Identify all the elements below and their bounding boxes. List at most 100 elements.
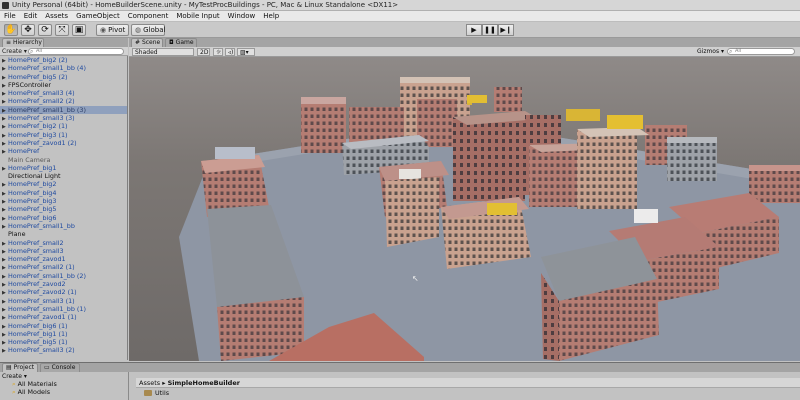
project-create-button[interactable]: Create ▾ xyxy=(2,373,27,380)
hierarchy-item[interactable]: Plane xyxy=(0,230,127,238)
hierarchy-item-label: HomePref_zavod1 xyxy=(8,255,66,264)
pause-button[interactable]: ❚❚ xyxy=(482,24,498,36)
pivot-icon: ◉ xyxy=(100,26,107,34)
billboard xyxy=(566,109,600,121)
play-icon: ▶ xyxy=(471,26,477,34)
tab-hierarchy-label: Hierarchy xyxy=(12,39,42,46)
hierarchy-search-input[interactable]: ⌕ All xyxy=(28,48,124,55)
hierarchy-item[interactable]: ▶ HomePref_big6 xyxy=(0,214,127,222)
billboard xyxy=(607,115,643,129)
hierarchy-item[interactable]: ▶ HomePref_small2 (2) xyxy=(0,97,127,105)
hierarchy-item[interactable]: ▶ HomePref_zavod1 (1) xyxy=(0,313,127,321)
play-button[interactable]: ▶ xyxy=(466,24,482,36)
hierarchy-item[interactable]: ▶ HomePref_small2 xyxy=(0,239,127,247)
tab-scene[interactable]: # Scene xyxy=(131,38,163,47)
folder-icon xyxy=(144,390,152,396)
breadcrumb-current[interactable]: SimpleHomeBuilder xyxy=(168,379,240,387)
hierarchy-item[interactable]: ▶ HomePref_small1_bb (3) xyxy=(0,105,127,115)
billboard xyxy=(467,95,487,103)
hierarchy-item[interactable]: ▶ HomePref_big6 (1) xyxy=(0,322,127,330)
scene-render: ↖ xyxy=(179,77,800,361)
hierarchy-item[interactable]: ▶ HomePref_small1_bb xyxy=(0,222,127,230)
panel-divider[interactable] xyxy=(128,372,129,400)
hierarchy-item[interactable]: ▶ HomePref_zavod1 xyxy=(0,255,127,263)
favorite-all-materials[interactable]: ⌕ All Materials xyxy=(12,380,57,388)
hierarchy-item[interactable]: ▶ HomePref_big5 xyxy=(0,205,127,213)
hierarchy-item[interactable]: Main Camera xyxy=(0,156,127,164)
global-toggle[interactable]: ◍ Global xyxy=(131,24,165,36)
hierarchy-item-label: HomePref_small2 (1) xyxy=(8,263,75,272)
hierarchy-item[interactable]: ▶ HomePref_big5 (1) xyxy=(0,338,127,346)
lighting-toggle[interactable]: ☼ xyxy=(213,48,223,56)
main-toolbar: ✋ ✥ ⟳ ⤧ ▣ ◉ Pivot ◍ Global ▶ ❚❚ ▶❙ xyxy=(0,22,800,38)
search-icon: ⌕ xyxy=(12,380,16,388)
breadcrumb-assets[interactable]: Assets xyxy=(139,379,160,387)
menu-mobile-input[interactable]: Mobile Input xyxy=(172,12,223,20)
hierarchy-item-label: FPSController xyxy=(8,80,52,89)
hierarchy-item[interactable]: ▶ FPSController xyxy=(0,81,127,89)
hierarchy-item[interactable]: ▶ HomePref_small1_bb (2) xyxy=(0,272,127,280)
hierarchy-item[interactable]: ▶ HomePref_small3 (3) xyxy=(0,114,127,122)
rect-tool-button[interactable]: ▣ xyxy=(72,24,86,36)
scale-tool-button[interactable]: ⤧ xyxy=(55,24,69,36)
hierarchy-item[interactable]: ▶ HomePref_big2 xyxy=(0,180,127,188)
hierarchy-item-label: HomePref_small3 (4) xyxy=(8,89,75,98)
breadcrumb-separator: ▸ xyxy=(162,379,166,387)
scene-viewport[interactable]: ↖ xyxy=(129,57,800,361)
shading-dropdown[interactable]: Shaded xyxy=(132,48,194,56)
hierarchy-toolbar: Create ▾ ⌕ All xyxy=(0,47,128,56)
building xyxy=(577,129,637,209)
hierarchy-item[interactable]: ▶ HomePref_zavod2 (1) xyxy=(0,288,127,296)
menu-file[interactable]: File xyxy=(0,12,20,20)
scene-icon: # xyxy=(135,39,141,46)
tab-hierarchy[interactable]: ≡ Hierarchy xyxy=(2,38,44,47)
favorite-all-models[interactable]: ⌕ All Models xyxy=(12,388,50,396)
hierarchy-item[interactable]: ▶ HomePref_big4 xyxy=(0,189,127,197)
menu-component[interactable]: Component xyxy=(124,12,173,20)
gizmos-dropdown[interactable]: Gizmos ▾ xyxy=(695,48,724,56)
hierarchy-item[interactable]: ▶ HomePref_small1_bb (4) xyxy=(0,64,127,72)
hierarchy-item[interactable]: ▶ HomePref_big2 (1) xyxy=(0,122,127,130)
hierarchy-item[interactable]: ▶ HomePref_small1_bb (1) xyxy=(0,305,127,313)
hierarchy-item[interactable]: ▶ HomePref xyxy=(0,147,127,155)
tab-project-label: Project xyxy=(13,364,35,371)
menu-edit[interactable]: Edit xyxy=(20,12,42,20)
hierarchy-item[interactable]: ▶ HomePref_small2 (1) xyxy=(0,263,127,271)
hierarchy-item[interactable]: ▶ HomePref_zavod1 (2) xyxy=(0,139,127,147)
2d-toggle[interactable]: 2D xyxy=(197,48,210,56)
hierarchy-item[interactable]: ▶ HomePref_small3 xyxy=(0,247,127,255)
folder-item[interactable]: Utils xyxy=(144,389,169,398)
hierarchy-item-label: HomePref_small3 (3) xyxy=(8,114,75,123)
audio-toggle[interactable]: ◃) xyxy=(225,48,235,56)
tab-game[interactable]: ◘ Game xyxy=(165,38,197,47)
menu-window[interactable]: Window xyxy=(224,12,260,20)
hierarchy-create-button[interactable]: Create ▾ xyxy=(2,48,27,55)
hierarchy-item[interactable]: Directional Light xyxy=(0,172,127,180)
hierarchy-item[interactable]: ▶ HomePref_small3 (4) xyxy=(0,89,127,97)
scene-search-input[interactable]: ⌕ All xyxy=(727,48,795,55)
hierarchy-item[interactable]: ▶ HomePref_small3 (2) xyxy=(0,346,127,354)
hierarchy-item[interactable]: ▶ HomePref_big2 (2) xyxy=(0,56,127,64)
menu-assets[interactable]: Assets xyxy=(41,12,72,20)
building xyxy=(667,137,717,181)
hierarchy-tabbar: ≡ Hierarchy xyxy=(0,38,128,47)
hand-tool-button[interactable]: ✋ xyxy=(4,24,18,36)
hierarchy-item[interactable]: ▶ HomePref_small3 (1) xyxy=(0,297,127,305)
window-title: Unity Personal (64bit) - HomeBuilderScen… xyxy=(12,1,399,9)
hierarchy-item[interactable]: ▶ HomePref_big1 xyxy=(0,164,127,172)
menu-gameobject[interactable]: GameObject xyxy=(72,12,124,20)
pivot-toggle[interactable]: ◉ Pivot xyxy=(96,24,129,36)
hierarchy-item[interactable]: ▶ HomePref_big5 (2) xyxy=(0,73,127,81)
scene-tabbar: # Scene ◘ Game xyxy=(129,38,800,47)
menu-help[interactable]: Help xyxy=(259,12,283,20)
effects-dropdown[interactable]: ▨▾ xyxy=(237,48,255,56)
move-tool-button[interactable]: ✥ xyxy=(21,24,35,36)
step-button[interactable]: ▶❙ xyxy=(498,24,514,36)
hierarchy-item-label: HomePref_big1 (1) xyxy=(8,329,68,338)
hierarchy-item[interactable]: ▶ HomePref_zavod2 xyxy=(0,280,127,288)
rotate-tool-button[interactable]: ⟳ xyxy=(38,24,52,36)
hierarchy-item[interactable]: ▶ HomePref_big3 xyxy=(0,197,127,205)
hierarchy-item[interactable]: ▶ HomePref_big3 (1) xyxy=(0,131,127,139)
2d-label: 2D xyxy=(200,49,209,56)
hierarchy-item[interactable]: ▶ HomePref_big1 (1) xyxy=(0,330,127,338)
